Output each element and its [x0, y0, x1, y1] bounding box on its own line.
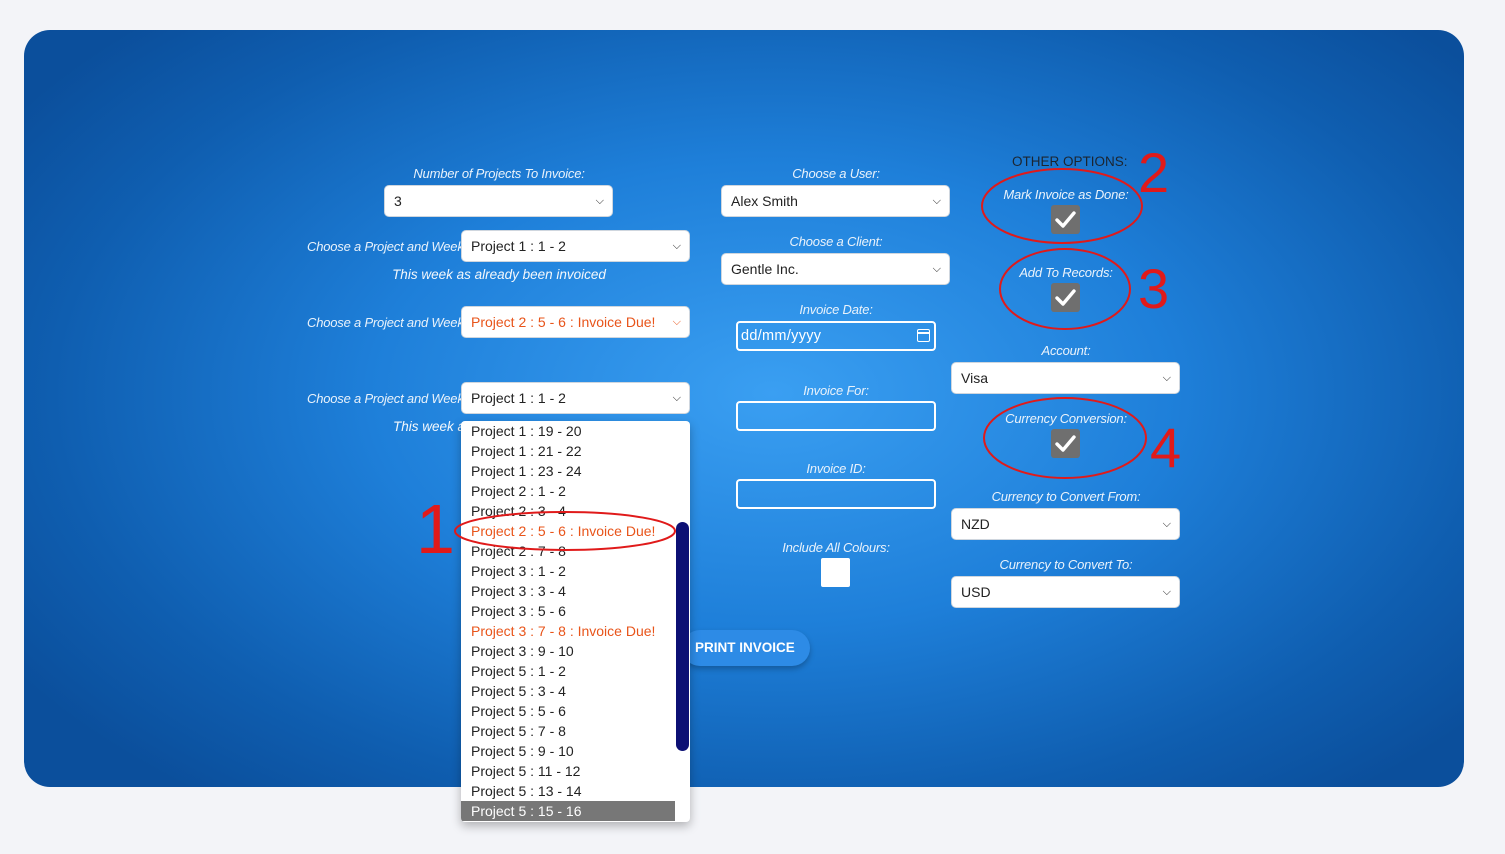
already-invoiced-note-partial: This week a	[393, 419, 466, 434]
currency-conversion-checkbox[interactable]	[1051, 429, 1080, 458]
mark-done-label: Mark Invoice as Done:	[1003, 187, 1129, 202]
print-invoice-button[interactable]: PRINT INVOICE	[682, 630, 810, 666]
convert-to-value: USD	[961, 584, 991, 600]
add-records-label: Add To Records:	[1019, 265, 1113, 280]
dropdown-option[interactable]: Project 5 : 1 - 2	[461, 661, 675, 681]
chevron-down-icon: ⌵	[1162, 586, 1171, 598]
checkmark-icon	[1055, 435, 1076, 452]
account-label: Account:	[1041, 343, 1091, 358]
dropdown-option[interactable]: Project 5 : 5 - 6	[461, 701, 675, 721]
dropdown-option[interactable]: Project 1 : 19 - 20	[461, 421, 675, 441]
dropdown-option[interactable]: Project 5 : 11 - 12	[461, 761, 675, 781]
dropdown-option[interactable]: Project 3 : 9 - 10	[461, 641, 675, 661]
annotation-number-1: 1	[416, 490, 455, 568]
project-week-select-3[interactable]: Project 1 : 1 - 2 ⌵	[461, 382, 690, 414]
currency-conversion-label: Currency Conversion:	[1005, 411, 1127, 426]
add-records-checkbox[interactable]	[1051, 283, 1080, 312]
chevron-down-icon: ⌵	[932, 195, 941, 207]
dropdown-option[interactable]: Project 5 : 9 - 10	[461, 741, 675, 761]
client-label: Choose a Client:	[789, 234, 883, 249]
dropdown-option[interactable]: Project 1 : 23 - 24	[461, 461, 675, 481]
invoice-date-placeholder: dd/mm/yyyy	[741, 328, 822, 344]
mark-done-checkbox[interactable]	[1051, 205, 1080, 234]
chevron-down-icon: ⌵	[1162, 518, 1171, 530]
convert-to-label: Currency to Convert To:	[999, 557, 1133, 572]
chevron-down-icon: ⌵	[672, 392, 681, 404]
invoice-id-label: Invoice ID:	[806, 461, 866, 476]
convert-from-value: NZD	[961, 516, 990, 532]
dropdown-option[interactable]: Project 2 : 3 - 4	[461, 501, 675, 521]
convert-from-label: Currency to Convert From:	[991, 489, 1141, 504]
num-projects-select[interactable]: 3 ⌵	[384, 185, 613, 217]
dropdown-option[interactable]: Project 3 : 5 - 6	[461, 601, 675, 621]
other-options-title: OTHER OPTIONS:	[1012, 154, 1128, 169]
dropdown-option[interactable]: Project 3 : 7 - 8 : Invoice Due!	[461, 621, 675, 641]
num-projects-value: 3	[394, 193, 402, 209]
dropdown-option[interactable]: Project 2 : 7 - 8	[461, 541, 675, 561]
user-label: Choose a User:	[792, 166, 880, 181]
convert-to-select[interactable]: USD ⌵	[951, 576, 1180, 608]
project-week-select-1[interactable]: Project 1 : 1 - 2 ⌵	[461, 230, 690, 262]
dropdown-option[interactable]: Project 5 : 13 - 14	[461, 781, 675, 801]
client-value: Gentle Inc.	[731, 261, 799, 277]
dropdown-option[interactable]: Project 1 : 21 - 22	[461, 441, 675, 461]
invoice-id-input[interactable]	[736, 479, 936, 509]
chevron-down-icon: ⌵	[672, 240, 681, 252]
annotation-number-4: 4	[1150, 416, 1182, 479]
checkmark-icon	[1055, 211, 1076, 228]
include-colours-checkbox[interactable]	[821, 558, 850, 587]
dropdown-option[interactable]: Project 5 : 3 - 4	[461, 681, 675, 701]
user-select[interactable]: Alex Smith ⌵	[721, 185, 950, 217]
chevron-down-icon: ⌵	[932, 263, 941, 275]
dropdown-option[interactable]: Project 3 : 1 - 2	[461, 561, 675, 581]
chevron-down-icon: ⌵	[595, 195, 604, 207]
invoice-for-label: Invoice For:	[803, 383, 869, 398]
project-week-label-3: Choose a Project and Week:	[307, 391, 468, 406]
dropdown-option[interactable]: Project 3 : 3 - 4	[461, 581, 675, 601]
project-week-select-2[interactable]: Project 2 : 5 - 6 : Invoice Due! ⌵	[461, 306, 690, 338]
project-week-label-1: Choose a Project and Week:	[307, 239, 468, 254]
invoice-date-label: Invoice Date:	[799, 302, 873, 317]
dropdown-option[interactable]: Project 2 : 1 - 2	[461, 481, 675, 501]
chevron-down-icon: ⌵	[672, 316, 681, 328]
user-value: Alex Smith	[731, 193, 798, 209]
dropdown-scrollbar[interactable]	[676, 522, 689, 751]
num-projects-label: Number of Projects To Invoice:	[413, 166, 585, 181]
project-week-dropdown-list[interactable]: Project 1 : 19 - 20 Project 1 : 21 - 22 Pr…	[461, 421, 690, 822]
invoice-date-input[interactable]: dd/mm/yyyy	[736, 321, 936, 351]
dropdown-option[interactable]: Project 2 : 5 - 6 : Invoice Due!	[461, 521, 675, 541]
already-invoiced-note: This week as already been invoiced	[392, 267, 606, 282]
annotation-number-2: 2	[1138, 141, 1170, 204]
project-week-value-1: Project 1 : 1 - 2	[471, 238, 566, 254]
include-colours-label: Include All Colours:	[782, 540, 890, 555]
project-week-value-2: Project 2 : 5 - 6 : Invoice Due!	[471, 314, 656, 330]
dropdown-option[interactable]: Project 5 : 7 - 8	[461, 721, 675, 741]
project-week-value-3: Project 1 : 1 - 2	[471, 390, 566, 406]
account-select[interactable]: Visa ⌵	[951, 362, 1180, 394]
checkmark-icon	[1055, 289, 1076, 306]
dropdown-option[interactable]: Project 5 : 15 - 16	[461, 801, 675, 821]
client-select[interactable]: Gentle Inc. ⌵	[721, 253, 950, 285]
print-invoice-label: PRINT INVOICE	[695, 640, 795, 655]
convert-from-select[interactable]: NZD ⌵	[951, 508, 1180, 540]
annotation-number-3: 3	[1138, 257, 1170, 320]
invoice-for-input[interactable]	[736, 401, 936, 431]
calendar-icon[interactable]	[917, 329, 930, 342]
project-week-label-2: Choose a Project and Week:	[307, 315, 468, 330]
account-value: Visa	[961, 370, 988, 386]
chevron-down-icon: ⌵	[1162, 372, 1171, 384]
